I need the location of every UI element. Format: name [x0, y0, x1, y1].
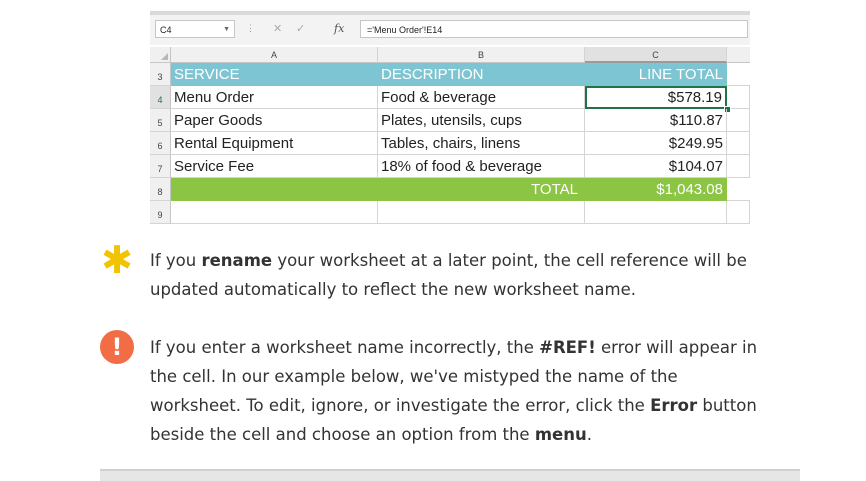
tip-bold: Error: [650, 396, 698, 415]
spreadsheet-screenshot: C4 ▼ ⋮ ✕ ✓ fx ='Menu Order'!E14 A B C 3 …: [150, 11, 750, 225]
cancel-icon[interactable]: ✕: [273, 22, 282, 35]
cell-a3[interactable]: SERVICE: [171, 63, 378, 86]
tip-ref-error: If you enter a worksheet name incorrectl…: [150, 333, 760, 449]
table-row: 7 Service Fee 18% of food & beverage $10…: [150, 155, 750, 178]
cell-a5[interactable]: Paper Goods: [171, 109, 378, 132]
cell-d5[interactable]: [727, 109, 750, 132]
cell-c3[interactable]: LINE TOTAL: [585, 63, 727, 86]
row-header[interactable]: 3: [150, 63, 171, 86]
column-header-d[interactable]: [727, 47, 750, 63]
row-header[interactable]: 8: [150, 178, 171, 201]
tip-bold: #REF!: [539, 338, 596, 357]
total-row: 8 TOTAL $1,043.08: [150, 178, 750, 201]
tip-rename: If you rename your worksheet at a later …: [150, 246, 760, 304]
exclamation-icon: !: [100, 330, 134, 364]
tip-text: If you enter a worksheet name incorrectl…: [150, 338, 540, 357]
column-header-a[interactable]: A: [171, 47, 378, 63]
cell-a7[interactable]: Service Fee: [171, 155, 378, 178]
table-row: 4 Menu Order Food & beverage $578.19: [150, 86, 750, 113]
tip-text: If you: [150, 251, 202, 270]
cell-c4-selected[interactable]: $578.19: [585, 86, 727, 109]
column-header-c[interactable]: C: [585, 47, 727, 63]
select-all-corner[interactable]: [150, 47, 171, 63]
cell-total-label[interactable]: TOTAL: [171, 178, 585, 201]
table-row: 9: [150, 201, 750, 224]
cell-b9[interactable]: [378, 201, 585, 224]
row-header[interactable]: 7: [150, 155, 171, 178]
cell-a9[interactable]: [171, 201, 378, 224]
formula-bar: C4 ▼ ⋮ ✕ ✓ fx ='Menu Order'!E14: [150, 15, 750, 45]
cell-c7[interactable]: $104.07: [585, 155, 727, 178]
next-screenshot-edge: [100, 469, 800, 481]
cell-b7[interactable]: 18% of food & beverage: [378, 155, 585, 178]
drag-handle-icon: ⋮: [246, 23, 255, 33]
cell-a4[interactable]: Menu Order: [171, 86, 378, 109]
tip-bold: menu: [534, 425, 587, 444]
cell-b4[interactable]: Food & beverage: [378, 86, 585, 109]
row-header[interactable]: 5: [150, 109, 171, 132]
table-row: 5 Paper Goods Plates, utensils, cups $11…: [150, 109, 750, 132]
table-row: 6 Rental Equipment Tables, chairs, linen…: [150, 132, 750, 155]
cell-b3[interactable]: DESCRIPTION: [378, 63, 585, 86]
cell-d8[interactable]: [727, 178, 750, 201]
cell-c6[interactable]: $249.95: [585, 132, 727, 155]
cell-b6[interactable]: Tables, chairs, linens: [378, 132, 585, 155]
cell-c5[interactable]: $110.87: [585, 109, 727, 132]
name-box-value: C4: [160, 25, 172, 35]
row-header[interactable]: 9: [150, 201, 171, 224]
cell-d6[interactable]: [727, 132, 750, 155]
cell-b5[interactable]: Plates, utensils, cups: [378, 109, 585, 132]
row-header[interactable]: 4: [150, 86, 171, 109]
asterisk-icon: ✱: [101, 238, 133, 282]
insert-function-icon[interactable]: fx: [334, 22, 344, 35]
formula-input[interactable]: ='Menu Order'!E14: [360, 20, 748, 38]
cell-c8-total[interactable]: $1,043.08: [585, 178, 727, 201]
tip-bold: rename: [201, 251, 273, 270]
row-header[interactable]: 6: [150, 132, 171, 155]
cell-d9[interactable]: [727, 201, 750, 224]
enter-check-icon[interactable]: ✓: [296, 22, 305, 35]
cell-d3[interactable]: [727, 63, 750, 86]
name-box[interactable]: C4 ▼: [155, 20, 235, 38]
cell-c9[interactable]: [585, 201, 727, 224]
cell-a6[interactable]: Rental Equipment: [171, 132, 378, 155]
table-header-row: 3 SERVICE DESCRIPTION LINE TOTAL: [150, 63, 750, 86]
cell-d7[interactable]: [727, 155, 750, 178]
column-header-b[interactable]: B: [378, 47, 585, 63]
tip-text: .: [586, 425, 592, 444]
chevron-down-icon[interactable]: ▼: [223, 21, 230, 39]
